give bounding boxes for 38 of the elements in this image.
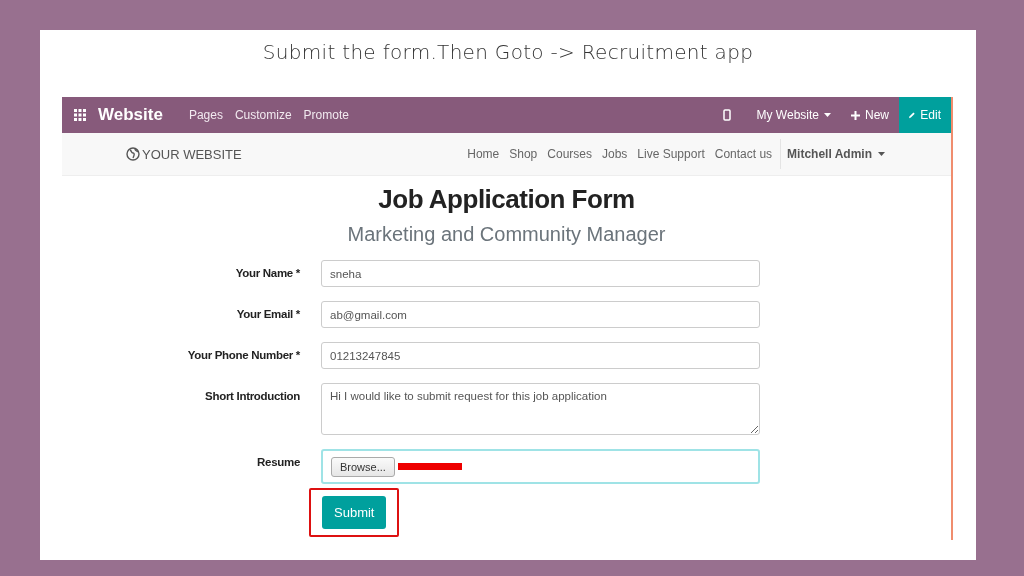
field-label: Your Email * <box>235 307 300 322</box>
field-label: Resume <box>256 455 300 470</box>
user-menu[interactable]: Mitchell Admin <box>787 147 885 161</box>
nav-link[interactable]: Live Support <box>637 147 705 161</box>
job-title: Marketing and Community Manager <box>347 223 666 246</box>
apps-grid-icon[interactable] <box>74 109 86 121</box>
form-title: Job Application Form <box>378 184 635 215</box>
nav-link[interactable]: Courses <box>547 147 592 161</box>
text-field[interactable]: 01213247845 <box>321 342 760 369</box>
field-label: Your Name * <box>234 266 300 281</box>
text-area[interactable]: Hi I would like to submit request for this job application <box>321 383 760 435</box>
caret-icon <box>824 113 831 117</box>
field-label: Your Phone Number * <box>186 348 300 363</box>
site-switcher[interactable]: My Website <box>746 97 841 133</box>
nav-link[interactable]: Contact us <box>714 147 773 161</box>
edit-button[interactable]: Edit <box>899 97 951 133</box>
new-button[interactable]: New <box>841 97 899 133</box>
site-logo[interactable]: YOUR WEBSITE <box>142 146 242 162</box>
nav-link[interactable]: Shop <box>509 147 538 161</box>
submit-button[interactable]: Submit <box>322 496 387 529</box>
plus-icon <box>851 110 860 120</box>
nav-link[interactable]: Home <box>467 147 500 161</box>
redaction-mark <box>397 463 462 470</box>
menu-item[interactable]: Promote <box>303 108 349 122</box>
pencil-icon <box>909 110 916 120</box>
caret-icon <box>878 152 885 156</box>
mobile-phone-icon[interactable] <box>722 109 731 121</box>
menu-item[interactable]: Pages <box>188 108 223 122</box>
menu-item[interactable]: Customize <box>234 108 292 122</box>
globe-icon <box>126 147 140 161</box>
text-field[interactable]: ab@gmail.com <box>321 301 760 328</box>
slide-caption: Submit the form.Then Goto -> Recruitment app <box>262 40 754 64</box>
browse-button[interactable]: Browse... <box>331 456 395 477</box>
nav-link[interactable]: Jobs <box>602 147 628 161</box>
text-field[interactable]: sneha <box>321 260 760 287</box>
field-label: Short Introduction <box>204 389 300 404</box>
file-field[interactable]: Browse... <box>321 449 760 484</box>
app-name: Website <box>98 105 163 125</box>
